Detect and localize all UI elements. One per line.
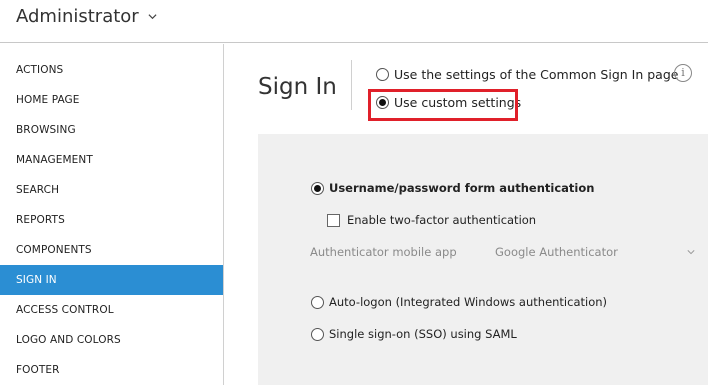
sso-saml-radio[interactable]: Single sign-on (SSO) using SAML [311,327,517,341]
checkbox-box [327,213,340,227]
info-icon[interactable]: i [674,64,692,82]
sidebar-item-footer[interactable]: FOOTER [0,355,223,385]
top-bar: Administrator [0,0,708,43]
sidebar-item-search[interactable]: SEARCH [0,175,223,205]
app-title: Administrator [16,6,139,27]
authenticator-app-value: Google Authenticator [495,245,618,259]
username-password-radio[interactable]: Username/password form authentication [311,181,594,195]
two-factor-label: Enable two-factor authentication [347,213,537,227]
sidebar-item-reports[interactable]: REPORTS [0,205,223,235]
sidebar-item-components[interactable]: COMPONENTS [0,235,223,265]
sidebar-item-sign-in[interactable]: SIGN IN [0,265,223,295]
auto-logon-radio[interactable]: Auto-logon (Integrated Windows authentic… [311,295,607,309]
common-settings-label: Use the settings of the Common Sign In p… [394,67,679,82]
highlight-box [368,89,518,121]
chevron-down-icon [148,14,157,20]
common-settings-radio[interactable]: Use the settings of the Common Sign In p… [376,67,678,82]
sidebar-item-logo-and-colors[interactable]: LOGO AND COLORS [0,325,223,355]
sidebar-item-browsing[interactable]: BROWSING [0,115,223,145]
radio-circle [376,68,389,81]
authenticator-app-select[interactable]: Google Authenticator [487,240,701,264]
main-content: Sign In Use the settings of the Common S… [225,44,708,385]
username-password-label: Username/password form authentication [329,181,595,195]
authenticator-app-label: Authenticator mobile app [310,245,457,259]
radio-circle [311,295,324,309]
sidebar-item-management[interactable]: MANAGEMENT [0,145,223,175]
sso-saml-label: Single sign-on (SSO) using SAML [329,327,517,341]
auto-logon-label: Auto-logon (Integrated Windows authentic… [329,295,608,309]
page-title: Sign In [258,74,337,100]
title-divider [351,60,352,110]
chevron-down-icon [687,250,695,255]
sidebar-nav: ACTIONS HOME PAGE BROWSING MANAGEMENT SE… [0,44,224,385]
admin-menu-button[interactable]: Administrator [16,6,157,27]
sidebar-item-home-page[interactable]: HOME PAGE [0,85,223,115]
two-factor-checkbox[interactable]: Enable two-factor authentication [327,213,536,227]
radio-circle [311,327,324,341]
sidebar-item-actions[interactable]: ACTIONS [0,55,223,85]
sidebar-item-access-control[interactable]: ACCESS CONTROL [0,295,223,325]
radio-circle-selected [311,181,324,195]
